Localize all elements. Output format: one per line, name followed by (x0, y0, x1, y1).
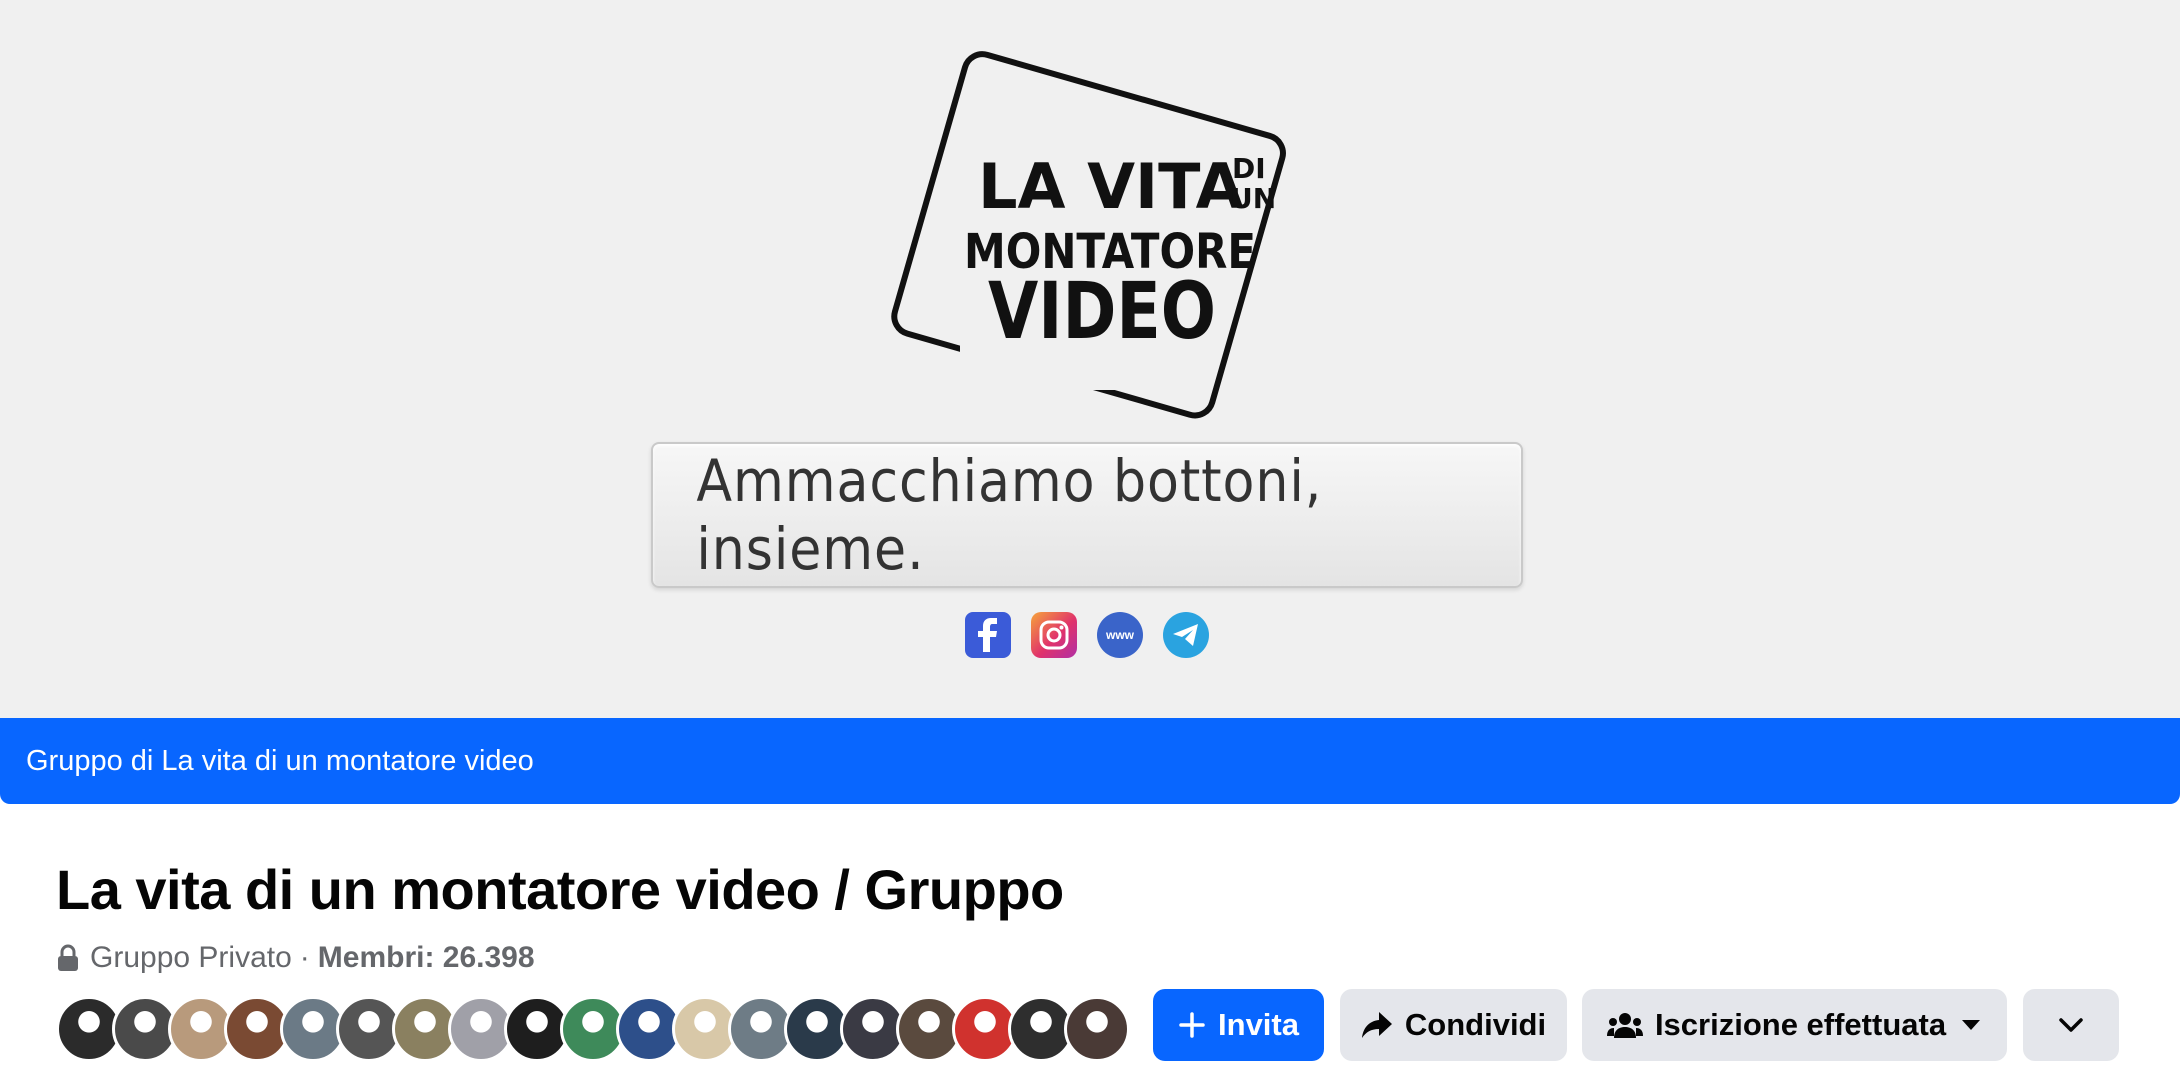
chevron-down-icon (2059, 1018, 2083, 1032)
cover-photo[interactable]: LA VITA DI UN MONTATORE VIDEO Ammacchiam… (0, 0, 2180, 718)
privacy-label[interactable]: Gruppo Privato (90, 941, 292, 975)
instagram-icon (1031, 612, 1077, 658)
group-owner-link[interactable]: Gruppo di La vita di un montatore video (26, 745, 534, 778)
lock-icon (56, 944, 80, 972)
group-logo: LA VITA DI UN MONTATORE VIDEO (891, 51, 1286, 419)
logo-line-3: VIDEO (988, 267, 1216, 357)
member-avatar[interactable] (1064, 996, 1130, 1062)
logo-small-1: DI (1232, 152, 1266, 185)
more-options-button[interactable] (2023, 989, 2119, 1061)
facebook-icon (965, 612, 1011, 658)
tagline-box: Ammacchiamo bottoni, insieme. (651, 442, 1523, 588)
group-meta: Gruppo Privato · Membri: 26.398 (56, 940, 535, 976)
social-icons: www (965, 612, 1209, 658)
logo-line-1: LA VITA (978, 150, 1244, 223)
plus-icon (1179, 1012, 1205, 1038)
share-arrow-icon (1361, 1012, 1392, 1038)
tagline-text: Ammacchiamo bottoni, insieme. (696, 447, 1323, 583)
telegram-icon (1163, 612, 1209, 658)
joined-label: Iscrizione effettuata (1654, 1007, 1947, 1042)
share-button[interactable]: Condividi (1340, 989, 1567, 1061)
share-label: Condividi (1404, 1007, 1547, 1042)
caret-down-icon (1962, 1020, 1981, 1030)
invite-button[interactable]: Invita (1153, 989, 1324, 1061)
website-icon: www (1097, 612, 1143, 658)
group-owner-bar[interactable]: Gruppo di La vita di un montatore video (0, 718, 2180, 804)
page-title: La vita di un montatore video / Gruppo (56, 858, 1064, 921)
invite-label: Invita (1218, 1007, 1299, 1042)
logo-small-2: UN (1230, 182, 1276, 215)
meta-separator: · (299, 941, 310, 974)
members-count[interactable]: Membri: 26.398 (318, 941, 535, 975)
joined-button[interactable]: Iscrizione effettuata (1582, 989, 2007, 1061)
member-avatars[interactable] (56, 996, 1130, 1062)
group-members-icon (1606, 1013, 1643, 1038)
